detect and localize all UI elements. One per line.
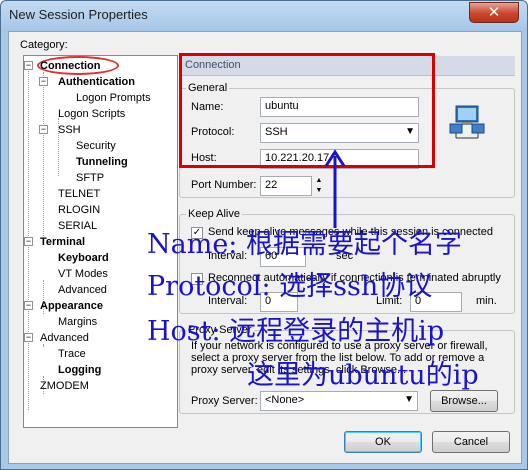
- annotation-protocol: Protocol: 选择ssh协议: [147, 271, 433, 302]
- computer-network-icon: [449, 105, 485, 139]
- collapse-icon[interactable]: −: [24, 333, 33, 342]
- tree-item-margins[interactable]: Margins: [58, 315, 97, 329]
- tree-branch-line: [43, 72, 44, 236]
- port-label: Port Number:: [191, 179, 257, 191]
- keepalive-group-title: Keep Alive: [186, 208, 242, 220]
- tree-item-security[interactable]: Security: [76, 139, 116, 153]
- ok-button[interactable]: OK: [344, 431, 422, 453]
- minutes-label: min.: [476, 295, 497, 307]
- tree-item-serial[interactable]: SERIAL: [58, 219, 97, 233]
- annotation-name: Name: 根据需要起个名字: [147, 229, 462, 260]
- title-bar[interactable]: New Session Properties ✕: [1, 1, 527, 31]
- close-icon: ✕: [487, 4, 501, 21]
- window-title: New Session Properties: [9, 7, 148, 22]
- annotation-arrow-icon: [324, 149, 346, 228]
- tree-item-keyboard[interactable]: Keyboard: [58, 251, 109, 265]
- proxy-server-select[interactable]: <None> ▼: [260, 391, 418, 411]
- cancel-button[interactable]: Cancel: [432, 431, 510, 453]
- proxy-server-value: <None>: [265, 394, 305, 406]
- collapse-icon[interactable]: −: [39, 125, 48, 134]
- tree-item-trace[interactable]: Trace: [58, 347, 86, 361]
- chevron-down-icon: ▼: [404, 394, 414, 405]
- annotation-ip: 这里为ubuntu的ip: [247, 360, 479, 391]
- tree-item-logging[interactable]: Logging: [58, 363, 101, 377]
- tree-item-logon-scripts[interactable]: Logon Scripts: [58, 107, 125, 121]
- tree-item-authentication[interactable]: Authentication: [58, 75, 135, 89]
- collapse-icon[interactable]: −: [24, 237, 33, 246]
- tree-item-rlogin[interactable]: RLOGIN: [58, 203, 100, 217]
- tree-item-terminal-advanced[interactable]: Advanced: [58, 283, 107, 297]
- collapse-icon[interactable]: −: [39, 77, 48, 86]
- tree-item-vt-modes[interactable]: VT Modes: [58, 267, 108, 281]
- tree-item-telnet[interactable]: TELNET: [58, 187, 100, 201]
- category-label: Category:: [20, 39, 68, 51]
- tree-item-advanced[interactable]: Advanced: [40, 331, 89, 345]
- browse-button[interactable]: Browse...: [430, 390, 498, 412]
- tree-item-connection[interactable]: Connection: [40, 59, 101, 73]
- highlight-box: [179, 53, 435, 168]
- collapse-icon[interactable]: −: [24, 61, 33, 70]
- session-properties-window: New Session Properties ✕ Category: − Con…: [0, 0, 528, 470]
- close-button[interactable]: ✕: [469, 2, 519, 23]
- tree-item-appearance[interactable]: Appearance: [40, 299, 103, 313]
- tree-item-terminal[interactable]: Terminal: [40, 235, 85, 249]
- tree-item-sftp[interactable]: SFTP: [76, 171, 104, 185]
- tree-item-logon-prompts[interactable]: Logon Prompts: [76, 91, 151, 105]
- tree-item-tunneling[interactable]: Tunneling: [76, 155, 128, 169]
- port-field[interactable]: 22: [260, 176, 312, 196]
- annotation-host: Host: 远程登录的主机ip: [147, 316, 445, 347]
- collapse-icon[interactable]: −: [24, 301, 33, 310]
- tree-item-zmodem[interactable]: ZMODEM: [40, 379, 89, 393]
- tree-item-ssh[interactable]: SSH: [58, 123, 81, 137]
- proxy-server-label: Proxy Server:: [191, 395, 258, 407]
